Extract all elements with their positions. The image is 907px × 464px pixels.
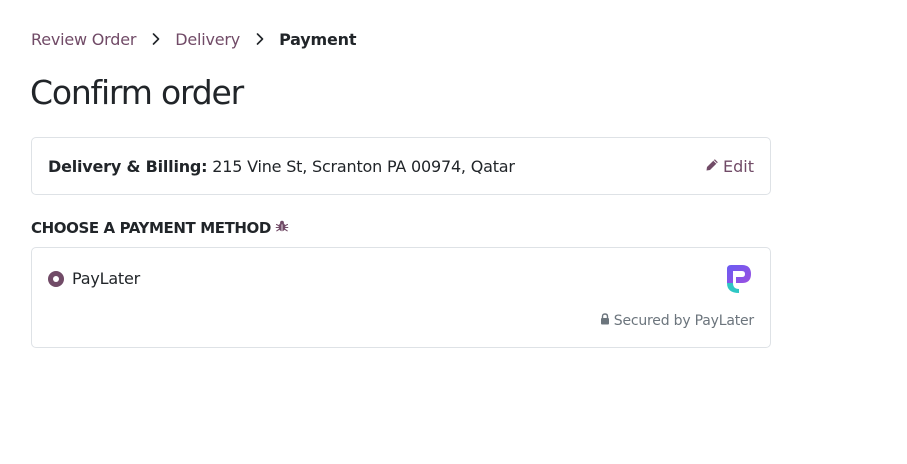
breadcrumb: Review Order Delivery Payment: [31, 29, 356, 49]
secured-by-text: Secured by PayLater: [613, 313, 754, 329]
lock-icon: [600, 313, 610, 329]
delivery-billing-label: Delivery & Billing:: [48, 156, 208, 176]
payment-section-label: CHOOSE A PAYMENT METHOD: [31, 219, 271, 237]
payment-method-name: PayLater: [72, 269, 141, 288]
payment-method-radio[interactable]: [48, 270, 64, 287]
page-title: Confirm order: [30, 73, 244, 112]
edit-address-link[interactable]: Edit: [705, 157, 754, 176]
delivery-billing-card: Delivery & Billing: 215 Vine St, Scranto…: [31, 137, 771, 195]
breadcrumb-review-order[interactable]: Review Order: [31, 30, 136, 49]
delivery-billing-info: Delivery & Billing: 215 Vine St, Scranto…: [48, 157, 705, 176]
edit-label: Edit: [723, 156, 754, 176]
chevron-right-icon: [240, 29, 279, 49]
payment-method-card[interactable]: PayLater Secured by PayLater: [31, 247, 771, 348]
secured-by-note: Secured by PayLater: [600, 313, 754, 329]
delivery-billing-address: 215 Vine St, Scranton PA 00974, Qatar: [212, 156, 515, 176]
pencil-icon: [705, 157, 719, 176]
chevron-right-icon: [136, 29, 175, 49]
bug-icon[interactable]: [275, 219, 289, 237]
breadcrumb-delivery[interactable]: Delivery: [175, 30, 240, 49]
payment-section-title: CHOOSE A PAYMENT METHOD: [31, 219, 289, 237]
payment-method-option[interactable]: PayLater: [48, 269, 140, 288]
paylater-logo: [724, 263, 754, 295]
breadcrumb-payment: Payment: [279, 29, 357, 49]
